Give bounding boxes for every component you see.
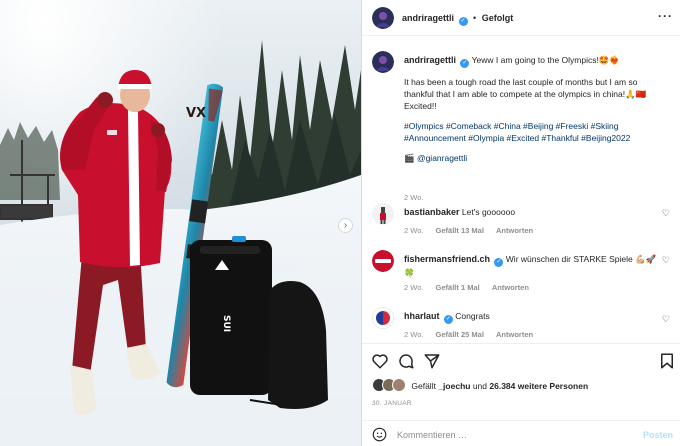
- comment-avatar[interactable]: [372, 250, 394, 272]
- comment-username[interactable]: hharlaut: [404, 311, 440, 321]
- caption-username[interactable]: andriragettli: [404, 55, 456, 65]
- ski-logo: VX: [186, 106, 206, 121]
- caption-credit[interactable]: 🎬 @gianragettli: [404, 152, 662, 164]
- verified-badge-icon: ✓: [443, 315, 453, 324]
- caption-hashtags[interactable]: #Olympics #Comeback #China #Beijing #Fre…: [404, 120, 662, 144]
- post-comment-button[interactable]: Posten: [643, 430, 673, 440]
- author-username[interactable]: andriragettli: [402, 13, 454, 23]
- photo-illustration: VX SUI: [0, 0, 361, 446]
- follow-status-button[interactable]: Gefolgt: [482, 13, 514, 23]
- post-header: andriragettli ✓ • Gefolgt ···: [362, 0, 680, 36]
- caption-time[interactable]: 2 Wo.: [404, 193, 423, 202]
- more-options-icon[interactable]: ···: [658, 9, 673, 23]
- comments-scroll-area[interactable]: andriragettli ✓ Yeww I am going to the O…: [362, 37, 680, 343]
- comment-input[interactable]: [397, 426, 617, 443]
- bookmark-icon[interactable]: [658, 352, 676, 370]
- comment-text: Let's goooooo: [461, 207, 516, 217]
- comment-row: hharlaut ✓ Congrats ♡ 2 Wo. Gefällt 25 M…: [372, 307, 672, 343]
- comment-time[interactable]: 2 Wo.: [404, 330, 423, 339]
- comment-reply-button[interactable]: Antworten: [496, 330, 533, 339]
- comment-time[interactable]: 2 Wo.: [404, 226, 423, 235]
- verified-badge-icon: ✓: [458, 17, 468, 26]
- separator-dot: •: [473, 13, 477, 23]
- likes-connector: und: [472, 381, 488, 391]
- like-heart-icon[interactable]: [371, 352, 389, 370]
- bag-lettering: SUI: [221, 315, 231, 332]
- comment-avatar[interactable]: [372, 203, 394, 225]
- share-send-icon[interactable]: [423, 352, 441, 370]
- post-date[interactable]: 30. JANUAR: [372, 400, 412, 407]
- likes-count[interactable]: 26.384 weitere Personen: [489, 381, 588, 391]
- comment-avatar[interactable]: [372, 307, 394, 329]
- comment-bubble-icon[interactable]: [397, 352, 415, 370]
- comment-like-count[interactable]: Gefällt 13 Mal: [436, 226, 484, 235]
- emoji-smiley-icon[interactable]: [372, 427, 387, 442]
- author-avatar[interactable]: [372, 7, 394, 29]
- next-image-button[interactable]: ›: [338, 218, 353, 233]
- caption-line-1: Yeww I am going to the Olympics!🤩❤️‍🔥: [471, 55, 621, 65]
- verified-badge-icon: ✓: [460, 59, 470, 68]
- likes-first-user[interactable]: _joechu: [438, 381, 470, 391]
- comment-username[interactable]: fishermansfriend.ch: [404, 254, 490, 264]
- comment-like-heart-icon[interactable]: ♡: [662, 208, 670, 219]
- post-panel: andriragettli ✓ • Gefolgt ··· andriraget…: [361, 0, 680, 446]
- comment-composer: Posten: [362, 420, 680, 446]
- comment-like-heart-icon[interactable]: ♡: [662, 255, 670, 266]
- comment-like-heart-icon[interactable]: ♡: [662, 314, 670, 325]
- caption-line-2: It has been a tough road the last couple…: [404, 77, 647, 111]
- comment-reply-button[interactable]: Antworten: [496, 226, 533, 235]
- comment-row: fishermansfriend.ch ✓ Wir wünschen dir S…: [372, 250, 672, 292]
- likes-summary[interactable]: Gefällt _joechu und 26.384 weitere Perso…: [372, 378, 588, 392]
- comment-username[interactable]: bastianbaker: [404, 207, 460, 217]
- liker-avatars: [372, 378, 406, 392]
- caption-block: andriragettli ✓ Yeww I am going to the O…: [372, 51, 672, 202]
- comment-like-count[interactable]: Gefällt 1 Mal: [436, 283, 480, 292]
- comment-row: bastianbaker Let's goooooo ♡ 2 Wo. Gefäl…: [372, 203, 672, 243]
- comment-reply-button[interactable]: Antworten: [492, 283, 529, 292]
- post-photo: VX SUI ›: [0, 0, 361, 446]
- post-actions: Gefällt _joechu und 26.384 weitere Perso…: [362, 343, 680, 446]
- comment-like-count[interactable]: Gefällt 25 Mal: [436, 330, 484, 339]
- comment-text: Congrats: [455, 311, 490, 321]
- comment-time[interactable]: 2 Wo.: [404, 283, 423, 292]
- likes-prefix: Gefällt: [411, 381, 436, 391]
- verified-badge-icon: ✓: [494, 258, 504, 267]
- caption-author-avatar[interactable]: [372, 51, 394, 73]
